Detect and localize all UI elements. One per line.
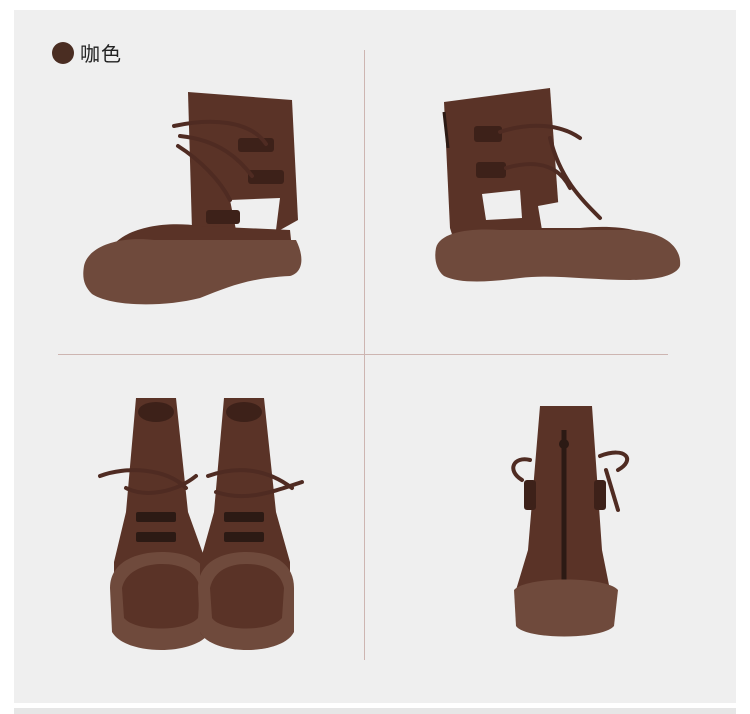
boot-pair-top-view: [98, 398, 304, 650]
color-swatch: [52, 41, 74, 64]
bottom-bar: [14, 708, 736, 714]
boot-side-view-left: [83, 92, 302, 305]
color-option: 咖色: [52, 38, 122, 67]
boot-back-view: [511, 406, 630, 637]
vertical-divider: [364, 50, 365, 660]
boot-side-view-right: [435, 88, 681, 282]
horizontal-divider: [58, 354, 668, 355]
color-label: 咖色: [80, 42, 122, 66]
